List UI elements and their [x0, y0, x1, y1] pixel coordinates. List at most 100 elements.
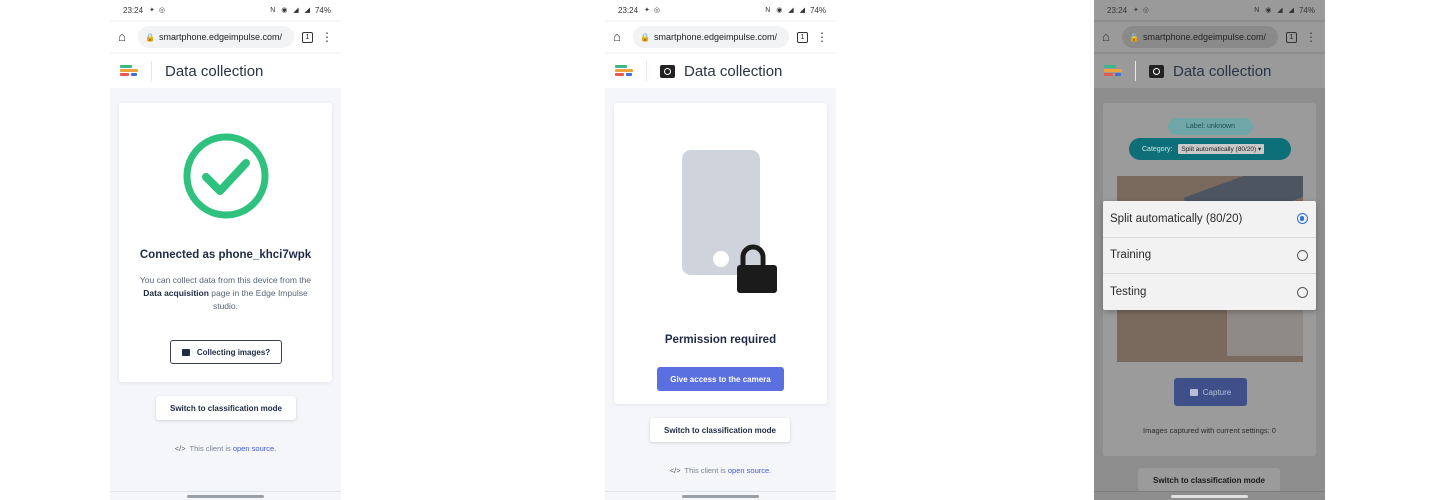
captured-count: Images captured with current settings: 0 — [1143, 426, 1276, 435]
switch-classification-button[interactable]: Switch to classification mode — [1138, 468, 1280, 492]
browser-toolbar: ⌂ 🔒 smartphone.edgeimpulse.com/ 1 ⋮ — [605, 22, 836, 52]
home-icon[interactable]: ⌂ — [613, 30, 627, 44]
status-time: 23:24 — [618, 5, 639, 15]
home-icon[interactable]: ⌂ — [118, 30, 132, 44]
check-circle-icon — [182, 132, 270, 220]
radio-icon[interactable] — [1297, 286, 1308, 298]
category-label: Category: — [1142, 145, 1173, 153]
address-bar[interactable]: 🔒 smartphone.edgeimpulse.com/ — [1122, 26, 1278, 48]
bottom-divider — [605, 491, 836, 492]
permission-heading: Permission required — [664, 334, 777, 346]
header-divider — [151, 61, 152, 81]
radio-icon[interactable] — [1297, 249, 1308, 261]
phone-screen-category-picker: 23:24 ✦ ◎ N ◉ ◢ ◢ 74% ⌂ 🔒 smartphone.edg… — [1094, 0, 1325, 500]
collecting-images-button[interactable]: Collecting images? — [170, 340, 282, 364]
notification-icons: ✦ ◎ — [149, 7, 166, 14]
capture-button[interactable]: Capture — [1174, 378, 1247, 406]
data-acquisition-text: Data acquisition — [143, 288, 209, 298]
footer-period: . — [769, 466, 772, 475]
menu-icon[interactable]: ⋮ — [816, 31, 828, 43]
connected-card: Connected as phone_khci7wpk You can coll… — [119, 103, 332, 382]
logo[interactable] — [1104, 64, 1122, 78]
footer: </> This client is open source. — [605, 466, 836, 475]
page-title: Data collection — [165, 62, 264, 80]
connected-description: You can collect data from this device fr… — [133, 274, 318, 313]
desc-text-pre: You can collect data from this device fr… — [139, 275, 312, 285]
logo[interactable] — [615, 64, 633, 78]
option-label: Split automatically (80/20) — [1110, 212, 1243, 225]
browser-toolbar: ⌂ 🔒 smartphone.edgeimpulse.com/ 1 ⋮ — [110, 22, 341, 52]
camera-icon — [660, 64, 675, 78]
capture-label: Capture — [1202, 387, 1232, 397]
address-bar[interactable]: 🔒 smartphone.edgeimpulse.com/ — [633, 26, 789, 48]
menu-icon[interactable]: ⋮ — [321, 31, 333, 43]
category-dropdown: Split automatically (80/20) Training Tes… — [1103, 201, 1316, 310]
camera-icon — [1149, 64, 1164, 78]
page-title: Data collection — [684, 62, 783, 80]
option-label: Testing — [1110, 286, 1147, 299]
notification-icons: ✦ ◎ — [1133, 7, 1150, 14]
tabs-icon[interactable]: 1 — [1286, 31, 1297, 43]
battery-level: 74% — [1298, 5, 1315, 15]
page-title: Data collection — [1173, 62, 1272, 80]
permission-card: Permission required Give access to the c… — [614, 103, 827, 404]
home-icon[interactable]: ⌂ — [1102, 30, 1116, 44]
connected-heading: Connected as phone_khci7wpk — [139, 249, 312, 261]
lock-icon: 🔒 — [640, 32, 650, 42]
option-testing[interactable]: Testing — [1103, 274, 1316, 311]
status-bar: 23:24 ✦ ◎ N ◉ ◢ ◢ 74% — [110, 0, 341, 20]
signal-icons: N ◉ ◢ ◢ — [270, 7, 312, 14]
code-icon: </> — [174, 444, 186, 453]
option-training[interactable]: Training — [1103, 238, 1316, 274]
logo[interactable] — [120, 64, 138, 78]
give-camera-access-button[interactable]: Give access to the camera — [657, 367, 784, 391]
option-split-automatically[interactable]: Split automatically (80/20) — [1103, 201, 1316, 238]
browser-toolbar: ⌂ 🔒 smartphone.edgeimpulse.com/ 1 ⋮ — [1094, 22, 1325, 52]
open-source-link[interactable]: open source — [728, 466, 769, 475]
collecting-images-label: Collecting images? — [196, 347, 271, 357]
radio-icon[interactable] — [1297, 213, 1308, 225]
url-text: smartphone.edgeimpulse.com/ — [158, 32, 283, 42]
signal-icons: N ◉ ◢ ◢ — [1254, 7, 1296, 14]
footer: </> This client is open source. — [110, 444, 341, 453]
option-label: Training — [1110, 249, 1152, 262]
battery-level: 74% — [809, 5, 826, 15]
tabs-icon[interactable]: 1 — [797, 31, 808, 43]
phone-lock-icon — [681, 149, 781, 299]
label-badge[interactable]: Label: unknown — [1168, 118, 1253, 135]
menu-icon[interactable]: ⋮ — [1305, 31, 1317, 43]
footer-text: This client is — [189, 444, 233, 453]
code-icon: </> — [669, 466, 681, 475]
category-selector[interactable]: Category: Split automatically (80/20) ▾ — [1129, 138, 1291, 160]
status-bar: 23:24 ✦ ◎ N ◉ ◢ ◢ 74% — [1094, 0, 1325, 20]
open-source-link[interactable]: open source — [233, 444, 274, 453]
lock-icon: 🔒 — [1129, 32, 1139, 42]
notification-icons: ✦ ◎ — [644, 7, 661, 14]
bottom-divider — [1094, 491, 1325, 492]
camera-icon — [181, 348, 190, 356]
category-select[interactable]: Split automatically (80/20) ▾ — [1178, 144, 1265, 154]
url-text: smartphone.edgeimpulse.com/ — [653, 32, 778, 42]
phone-screen-connected: 23:24 ✦ ◎ N ◉ ◢ ◢ 74% ⌂ 🔒 smartphone.edg… — [110, 0, 341, 500]
app-header: Data collection — [1094, 54, 1325, 88]
app-header: Data collection — [110, 54, 341, 88]
url-text: smartphone.edgeimpulse.com/ — [1142, 32, 1267, 42]
gesture-bar[interactable] — [682, 495, 759, 498]
lock-icon: 🔒 — [145, 32, 155, 42]
tabs-icon[interactable]: 1 — [302, 31, 313, 43]
address-bar[interactable]: 🔒 smartphone.edgeimpulse.com/ — [138, 26, 294, 48]
bottom-divider — [110, 491, 341, 492]
status-time: 23:24 — [123, 5, 144, 15]
battery-level: 74% — [314, 5, 331, 15]
switch-classification-button[interactable]: Switch to classification mode — [650, 418, 790, 442]
camera-icon — [1189, 388, 1198, 396]
switch-classification-button[interactable]: Switch to classification mode — [156, 396, 296, 420]
footer-text: This client is — [684, 466, 728, 475]
header-divider — [646, 61, 647, 81]
app-header: Data collection — [605, 54, 836, 88]
gesture-bar[interactable] — [187, 495, 264, 498]
phone-screen-permission: 23:24 ✦ ◎ N ◉ ◢ ◢ 74% ⌂ 🔒 smartphone.edg… — [605, 0, 836, 500]
status-bar: 23:24 ✦ ◎ N ◉ ◢ ◢ 74% — [605, 0, 836, 20]
gesture-bar[interactable] — [1171, 495, 1248, 498]
desc-text-post: page in the Edge Impulse studio. — [208, 288, 308, 311]
